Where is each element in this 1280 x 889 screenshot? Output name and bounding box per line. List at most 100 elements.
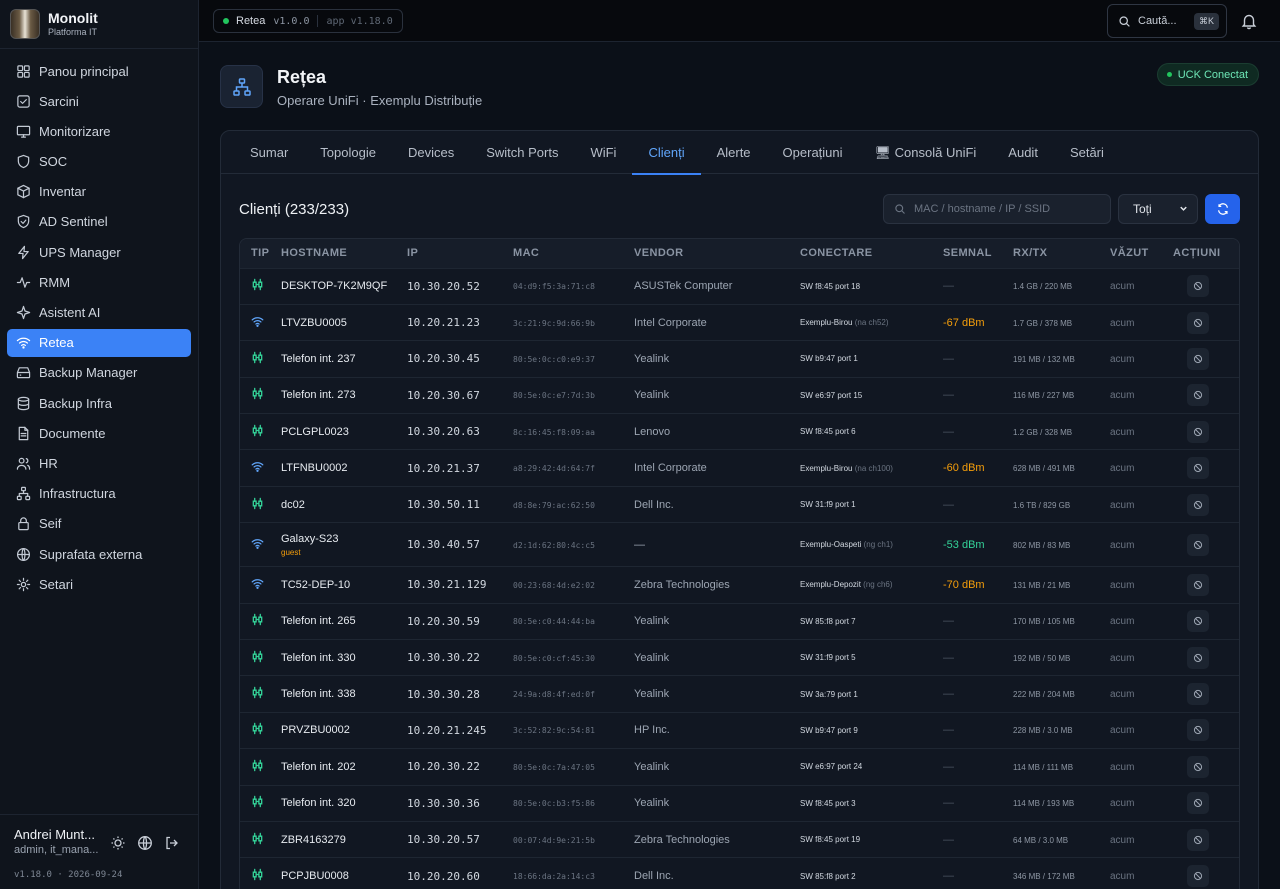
logout-icon[interactable] [164,835,180,851]
table-row[interactable]: Telefon int. 202 10.20.30.22 80:5e:0c:7a:4… [240,748,1239,786]
table-header: TIP HOSTNAME IP MAC VENDOR CONECTARE SEMNAL RX/… [240,239,1239,268]
sidebar-item-backup-manager[interactable]: Backup Manager [7,359,191,387]
table-row[interactable]: dc02 10.30.50.11 d8:8e:79:ac:62:50 Dell Inc… [240,485,1239,523]
table-row[interactable]: PCPJBU0008 10.20.20.60 18:66:da:2a:14:c3 De… [240,857,1239,889]
tab-switch-ports[interactable]: Switch Ports [470,131,574,174]
notifications-bell-icon[interactable] [1240,12,1258,30]
client-hostname[interactable]: Galaxy-S23 [281,533,338,545]
sidebar-item-ups-manager[interactable]: UPS Manager [7,238,191,266]
block-client-button[interactable] [1187,275,1209,298]
client-hostname[interactable]: PRVZBU0002 [281,724,350,736]
tab-consolă-unifi[interactable]: 🖥 Consolă UniFi [859,131,993,174]
block-client-button[interactable] [1187,610,1209,633]
block-client-button[interactable] [1187,646,1209,669]
client-hostname[interactable]: dc02 [281,499,305,511]
table-row[interactable]: PCLGPL0023 10.30.20.63 8c:16:45:f8:09:aa Le… [240,413,1239,450]
block-client-button[interactable] [1187,828,1209,851]
block-client-button[interactable] [1187,311,1209,334]
block-client-button[interactable] [1187,457,1209,480]
col-semnal-header[interactable]: SEMNAL [943,239,1013,268]
client-type-select[interactable]: Toți [1118,194,1198,224]
tab-sumar[interactable]: Sumar [234,131,304,174]
sidebar-item-ad-sentinel[interactable]: AD Sentinel [7,208,191,236]
table-row[interactable]: Telefon int. 265 10.20.30.59 80:5e:c0:44:4… [240,602,1239,640]
block-client-button[interactable] [1187,533,1209,556]
tab-clienți[interactable]: Clienți [632,131,701,175]
theme-sun-icon[interactable] [110,835,126,851]
tab-devices[interactable]: Devices [392,131,470,174]
table-row[interactable]: TC52-DEP-10 10.30.21.129 00:23:68:4d:e2:02… [240,566,1239,604]
table-row[interactable]: ZBR4163279 10.30.20.57 00:07:4d:9e:21:5b Ze… [240,820,1239,858]
client-hostname[interactable]: PCPJBU0008 [281,870,349,882]
sidebar-item-suprafata-externa[interactable]: Suprafata externa [7,540,191,568]
client-hostname[interactable]: LTFNBU0002 [281,462,347,474]
sidebar-item-retea[interactable]: Retea [7,328,191,357]
brand[interactable]: Monolit Platforma IT [0,0,198,49]
col-mac-header[interactable]: MAC [513,239,634,268]
col-tip-header[interactable]: TIP [240,239,281,268]
col-vendor-header[interactable]: VENDOR [634,239,800,268]
table-row[interactable]: LTFNBU0002 10.20.21.37 a8:29:42:4d:64:7f In… [240,449,1239,487]
table-row[interactable]: Telefon int. 237 10.20.30.45 80:5e:0c:c0:e… [240,340,1239,378]
client-hostname[interactable]: PCLGPL0023 [281,426,349,438]
col-ip-header[interactable]: IP [407,239,513,268]
sidebar-item-inventar[interactable]: Inventar [7,178,191,206]
client-hostname[interactable]: Telefon int. 265 [281,615,356,627]
col-conectare-header[interactable]: CONECTARE [800,239,943,268]
clients-filter-input[interactable]: MAC / hostname / IP / SSID [883,194,1111,224]
sidebar-item-rmm[interactable]: RMM [7,268,191,296]
language-globe-icon[interactable] [137,835,153,851]
tab-alerte[interactable]: Alerte [701,131,767,174]
client-hostname[interactable]: DESKTOP-7K2M9QF [281,280,387,292]
tab-topologie[interactable]: Topologie [304,131,392,174]
refresh-button[interactable] [1205,194,1240,224]
col-rxtx-header[interactable]: RX/TX [1013,239,1110,268]
block-client-button[interactable] [1187,683,1209,706]
table-row[interactable]: Telefon int. 330 10.30.30.22 80:5e:c0:cf:4… [240,639,1239,676]
block-client-button[interactable] [1187,573,1209,596]
block-client-button[interactable] [1187,384,1209,407]
client-hostname[interactable]: Telefon int. 237 [281,353,356,365]
block-client-button[interactable] [1187,719,1209,742]
tab-wifi[interactable]: WiFi [574,131,632,174]
sidebar-item-monitorizare[interactable]: Monitorizare [7,117,191,145]
table-row[interactable]: Telefon int. 320 10.30.30.36 80:5e:0c:b3:f… [240,784,1239,822]
sidebar-item-backup-infra[interactable]: Backup Infra [7,389,191,417]
client-hostname[interactable]: Telefon int. 330 [281,652,356,664]
client-hostname[interactable]: Telefon int. 202 [281,761,356,773]
block-client-button[interactable] [1187,493,1209,516]
sidebar-item-hr[interactable]: HR [7,449,191,477]
block-client-button[interactable] [1187,792,1209,815]
sidebar-item-setari[interactable]: Setari [7,570,191,598]
tab-audit[interactable]: Audit [992,131,1054,174]
client-hostname[interactable]: TC52-DEP-10 [281,579,350,591]
sidebar-item-soc[interactable]: SOC [7,148,191,176]
block-client-button[interactable] [1187,755,1209,778]
sidebar-item-documente[interactable]: Documente [7,419,191,447]
client-hostname[interactable]: ZBR4163279 [281,834,346,846]
global-search-button[interactable]: Caută... ⌘K [1107,4,1227,38]
client-hostname[interactable]: Telefon int. 320 [281,797,356,809]
table-row[interactable]: DESKTOP-7K2M9QF 10.30.20.52 04:d9:f5:3a:71… [240,267,1239,305]
col-vazut-header[interactable]: VĂZUT [1110,239,1173,268]
block-client-button[interactable] [1187,420,1209,443]
col-hostname-header[interactable]: HOSTNAME [281,239,407,268]
sidebar-item-sarcini[interactable]: Sarcini [7,87,191,115]
client-hostname[interactable]: Telefon int. 273 [281,389,356,401]
sidebar-item-infrastructura[interactable]: Infrastructura [7,480,191,508]
table-row[interactable]: Telefon int. 273 10.20.30.67 80:5e:0c:e7:7… [240,376,1239,414]
table-row[interactable]: Galaxy-S23 guest 10.30.40.57 d2:1d:62:80:4c… [240,522,1239,567]
tab-setări[interactable]: Setări [1054,131,1120,174]
sidebar-item-seif[interactable]: Seif [7,510,191,538]
client-hostname[interactable]: LTVZBU0005 [281,317,347,329]
table-row[interactable]: Telefon int. 338 10.30.30.28 24:9a:d8:4f:e… [240,675,1239,713]
client-ip: 10.30.30.28 [407,687,480,701]
sidebar-item-asistent-ai[interactable]: Asistent AI [7,299,191,327]
table-row[interactable]: LTVZBU0005 10.20.21.23 3c:21:9c:9d:66:9b In… [240,303,1239,341]
block-client-button[interactable] [1187,347,1209,370]
sidebar-item-panou-principal[interactable]: Panou principal [7,57,191,85]
table-row[interactable]: PRVZBU0002 10.20.21.245 3c:52:82:9c:54:81 H… [240,711,1239,749]
block-client-button[interactable] [1187,865,1209,888]
client-hostname[interactable]: Telefon int. 338 [281,688,356,700]
tab-operațiuni[interactable]: Operațiuni [767,131,859,174]
